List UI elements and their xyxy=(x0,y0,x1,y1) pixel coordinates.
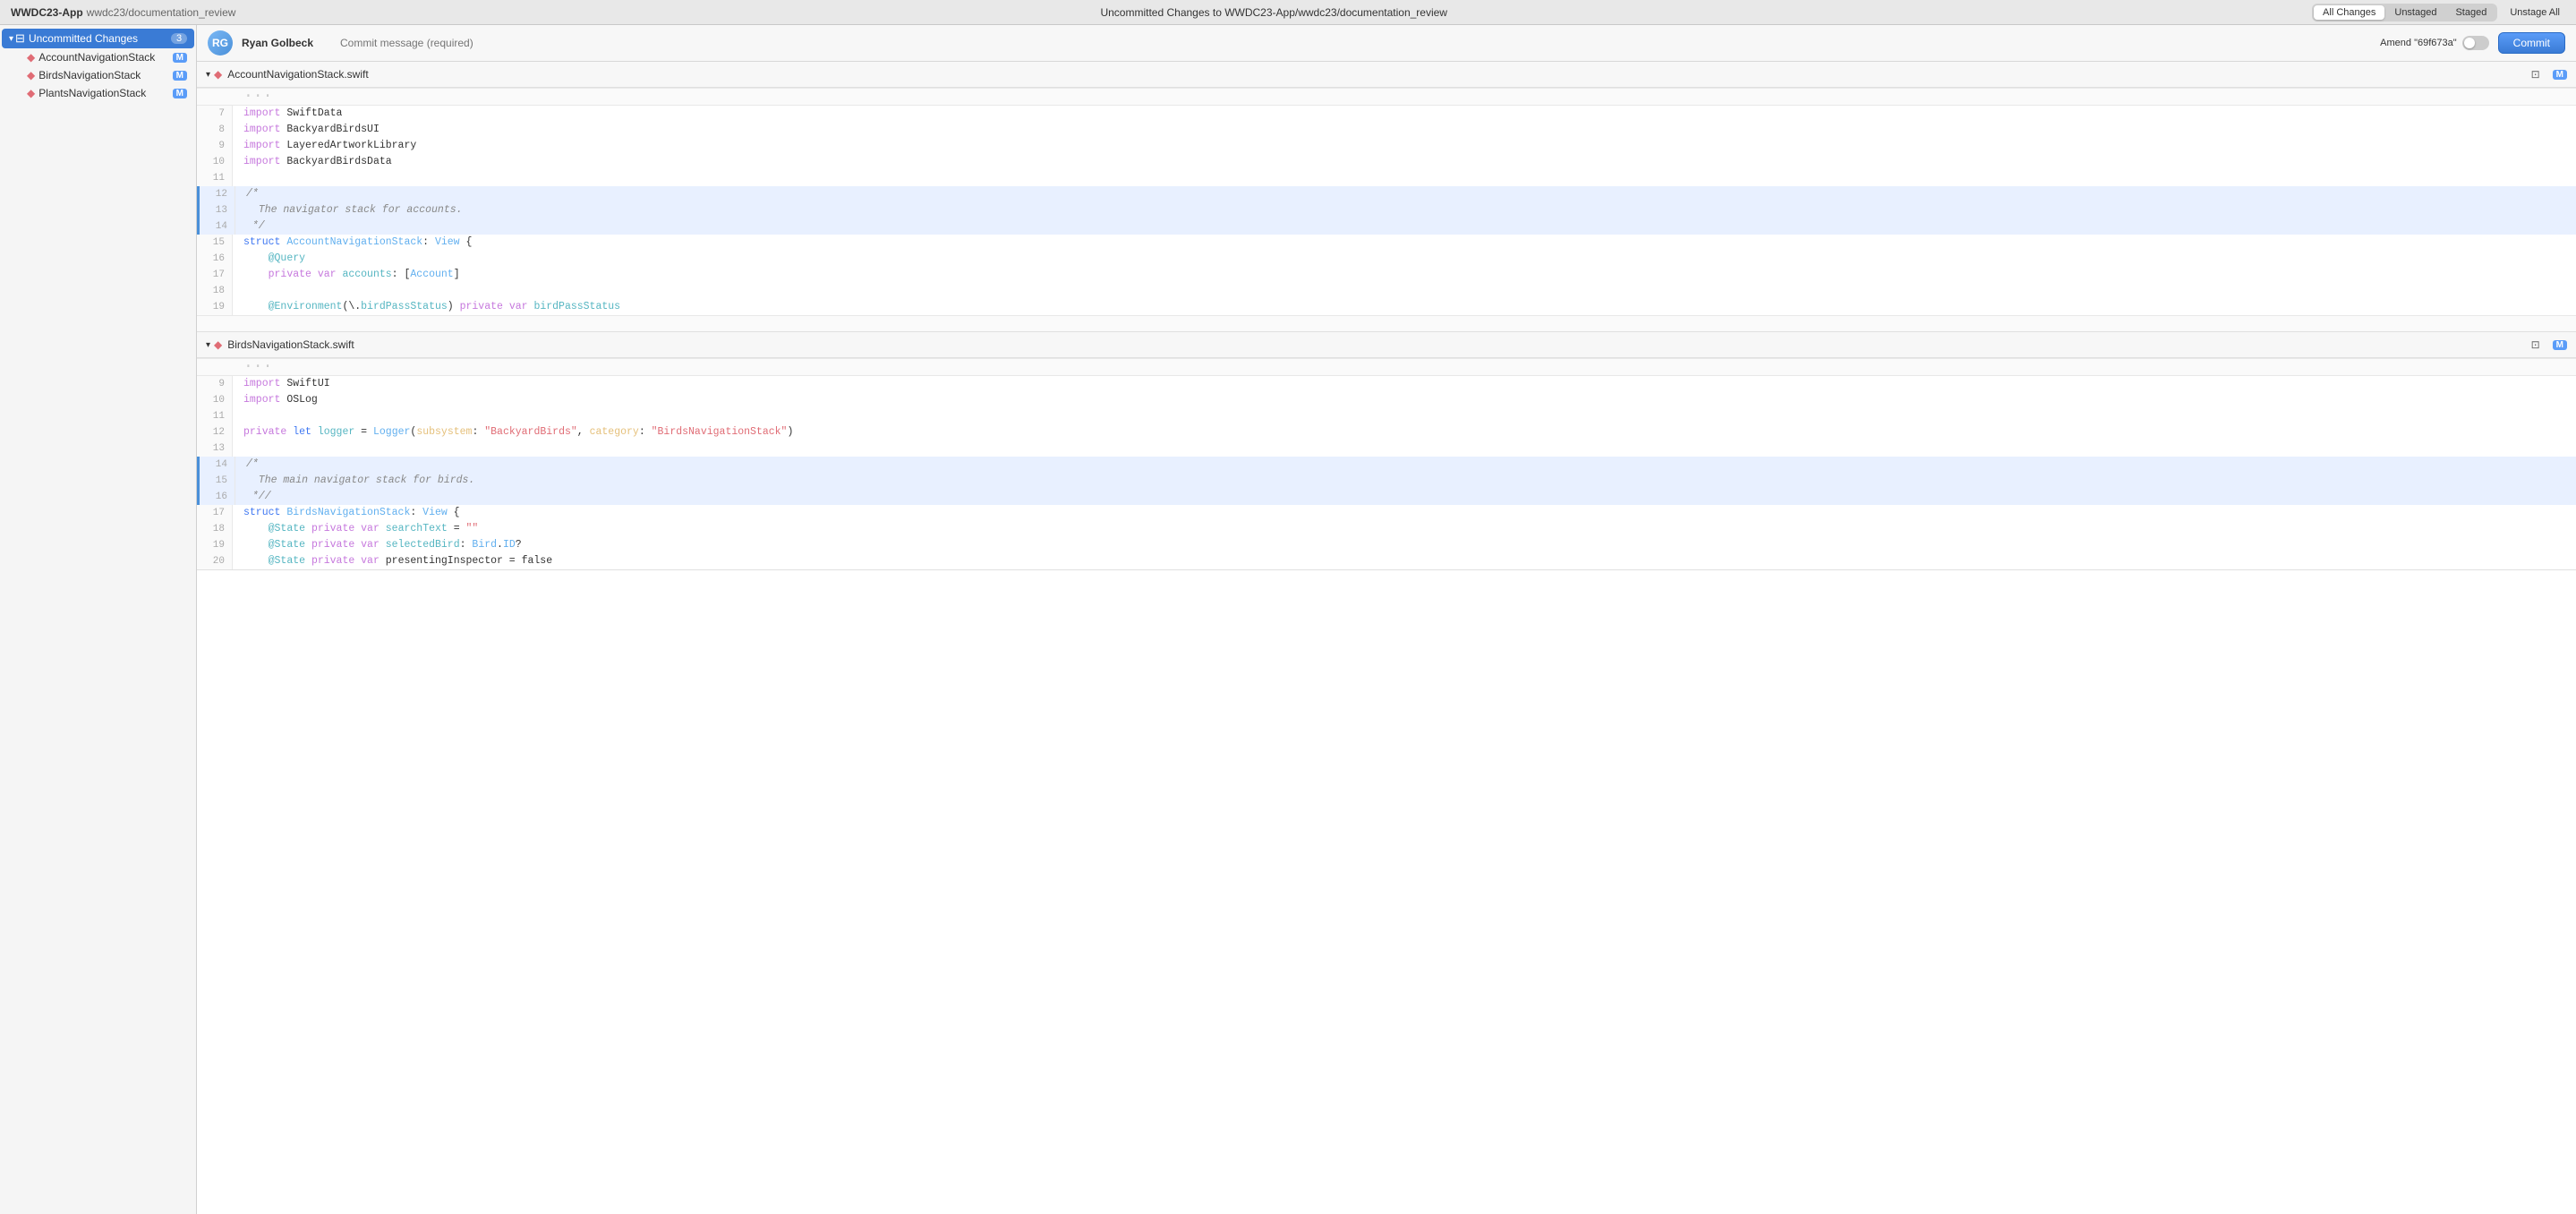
code-line-8: 8 import BackyardBirdsUI xyxy=(197,122,2576,138)
code-block-birds-nav: ··· 9 import SwiftUI 10 import OSLog 11 xyxy=(197,358,2576,569)
code-line-18: 18 xyxy=(197,283,2576,299)
birds-code-line-18: 18 @State private var searchText = "" xyxy=(197,521,2576,537)
commit-author: Ryan Golbeck xyxy=(242,37,331,49)
tab-unstaged[interactable]: Unstaged xyxy=(2385,5,2445,20)
file-badge-account: M xyxy=(2553,70,2567,80)
app-name: WWDC23-App xyxy=(11,6,83,19)
swift-file-icon-2: ◆ xyxy=(214,338,222,351)
code-line-19: 19 @Environment(\.birdPassStatus) privat… xyxy=(197,299,2576,315)
file-icon-account: ◆ xyxy=(27,51,35,64)
code-line-14-highlight: 14 */ xyxy=(197,218,2576,235)
birds-code-line-11: 11 xyxy=(197,408,2576,424)
commit-message-input[interactable] xyxy=(340,37,2371,49)
birds-code-line-14-highlight: 14 /* xyxy=(197,457,2576,473)
birds-code-line-12: 12 private let logger = Logger(subsystem… xyxy=(197,424,2576,440)
collapse-icon-2: ▾ xyxy=(206,340,210,350)
uncommitted-label: Uncommitted Changes xyxy=(29,32,171,45)
account-nav-badge: M xyxy=(173,53,187,63)
amend-label: Amend "69f673a" xyxy=(2380,38,2456,48)
birds-code-line-9: 9 import SwiftUI xyxy=(197,376,2576,392)
code-line-9: 9 import LayeredArtworkLibrary xyxy=(197,138,2576,154)
code-line-10: 10 import BackyardBirdsData xyxy=(197,154,2576,170)
tab-all-changes[interactable]: All Changes xyxy=(2314,5,2384,20)
code-line-7: 7 import SwiftData xyxy=(197,106,2576,122)
main-layout: ▾ ⊟ Uncommitted Changes 3 ◆ AccountNavig… xyxy=(0,25,2576,1214)
birds-nav-label: BirdsNavigationStack xyxy=(38,69,168,81)
sidebar-item-uncommitted-changes[interactable]: ▾ ⊟ Uncommitted Changes 3 xyxy=(2,29,194,48)
file-header-actions-2: ⊡ M xyxy=(2528,337,2567,353)
scroll-indicator xyxy=(197,315,2576,331)
chevron-down-icon: ▾ xyxy=(9,34,13,44)
swift-file-icon: ◆ xyxy=(214,68,222,81)
birds-code-line-19: 19 @State private var selectedBird: Bird… xyxy=(197,537,2576,553)
avatar: RG xyxy=(208,30,233,56)
birds-nav-badge: M xyxy=(173,71,187,81)
diff-scroll-area[interactable]: ▾ ◆ AccountNavigationStack.swift ⊡ M ··· xyxy=(197,62,2576,1214)
separator-line: ··· xyxy=(197,88,2576,106)
file-header-birds-nav[interactable]: ▾ ◆ BirdsNavigationStack.swift ⊡ M xyxy=(197,332,2576,358)
birds-code-line-15-highlight: 15 The main navigator stack for birds. xyxy=(197,473,2576,489)
birds-code-line-10: 10 import OSLog xyxy=(197,392,2576,408)
commit-button[interactable]: Commit xyxy=(2498,32,2565,54)
sidebar-item-birds-nav[interactable]: ◆ BirdsNavigationStack M xyxy=(2,66,194,84)
collapse-icon: ▾ xyxy=(206,70,210,80)
uncommitted-icon: ⊟ xyxy=(15,31,25,46)
file-section-account-nav: ▾ ◆ AccountNavigationStack.swift ⊡ M ··· xyxy=(197,62,2576,332)
uncommitted-count: 3 xyxy=(171,33,187,44)
tab-staged[interactable]: Staged xyxy=(2446,5,2495,20)
amend-group: Amend "69f673a" xyxy=(2380,36,2488,50)
plants-nav-label: PlantsNavigationStack xyxy=(38,87,168,99)
account-nav-label: AccountNavigationStack xyxy=(38,51,168,64)
file-section-birds-nav: ▾ ◆ BirdsNavigationStack.swift ⊡ M ··· xyxy=(197,332,2576,570)
file-icon-birds: ◆ xyxy=(27,69,35,81)
plants-nav-badge: M xyxy=(173,89,187,98)
file-name-account-nav: AccountNavigationStack.swift xyxy=(227,68,368,81)
unstage-all-button[interactable]: Unstage All xyxy=(2504,5,2565,20)
file-icon-plants: ◆ xyxy=(27,87,35,99)
code-line-15: 15 struct AccountNavigationStack: View { xyxy=(197,235,2576,251)
sidebar: ▾ ⊟ Uncommitted Changes 3 ◆ AccountNavig… xyxy=(0,25,197,1214)
code-line-16: 16 @Query xyxy=(197,251,2576,267)
file-expand-btn[interactable]: ⊡ xyxy=(2528,66,2544,82)
amend-toggle[interactable] xyxy=(2462,36,2489,50)
title-bar-controls: All Changes Unstaged Staged Unstage All xyxy=(2312,4,2565,21)
code-line-13-highlight: 13 The navigator stack for accounts. xyxy=(197,202,2576,218)
toggle-thumb xyxy=(2464,38,2475,48)
code-line-17: 17 private var accounts: [Account] xyxy=(197,267,2576,283)
sidebar-item-account-nav[interactable]: ◆ AccountNavigationStack M xyxy=(2,48,194,66)
title-bar: WWDC23-App wwdc23/documentation_review U… xyxy=(0,0,2576,25)
view-tabs: All Changes Unstaged Staged xyxy=(2312,4,2497,21)
code-line-12-highlight: 12 /* xyxy=(197,186,2576,202)
file-badge-birds: M xyxy=(2553,340,2567,350)
birds-code-line-17: 17 struct BirdsNavigationStack: View { xyxy=(197,505,2576,521)
file-name-birds-nav: BirdsNavigationStack.swift xyxy=(227,338,354,351)
code-line-11: 11 xyxy=(197,170,2576,186)
birds-code-line-20: 20 @State private var presentingInspecto… xyxy=(197,553,2576,569)
window-title: Uncommitted Changes to WWDC23-App/wwdc23… xyxy=(235,6,2312,19)
code-block-account-nav: ··· 7 import SwiftData 8 import Backyard… xyxy=(197,88,2576,331)
commit-bar: RG Ryan Golbeck Amend "69f673a" Commit xyxy=(197,25,2576,62)
birds-code-line-16-highlight: 16 *// xyxy=(197,489,2576,505)
sidebar-item-plants-nav[interactable]: ◆ PlantsNavigationStack M xyxy=(2,84,194,102)
repo-path: wwdc23/documentation_review xyxy=(87,6,236,19)
file-header-actions: ⊡ M xyxy=(2528,66,2567,82)
file-expand-btn-2[interactable]: ⊡ xyxy=(2528,337,2544,353)
separator-line-2: ··· xyxy=(197,358,2576,376)
file-header-account-nav[interactable]: ▾ ◆ AccountNavigationStack.swift ⊡ M xyxy=(197,62,2576,88)
birds-code-line-13: 13 xyxy=(197,440,2576,457)
content-area: RG Ryan Golbeck Amend "69f673a" Commit ▾… xyxy=(197,25,2576,1214)
